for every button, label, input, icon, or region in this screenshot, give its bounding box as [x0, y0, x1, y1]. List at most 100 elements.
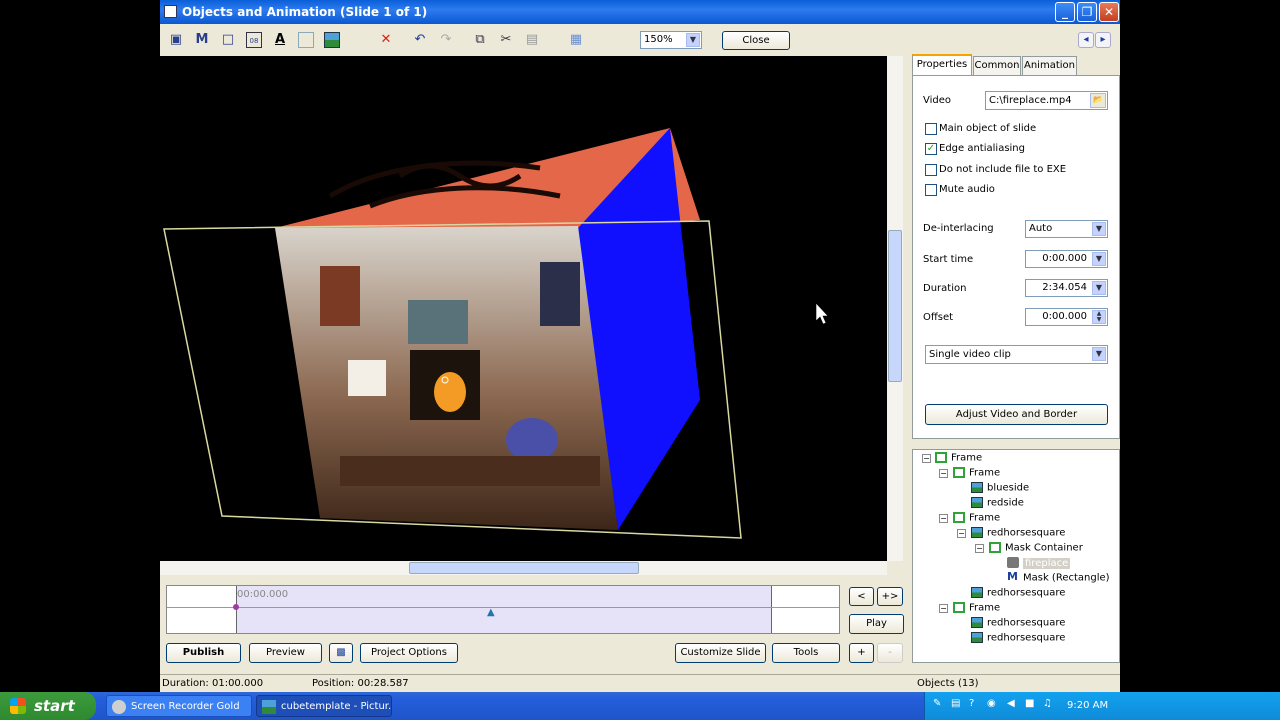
- play-button[interactable]: Play: [849, 614, 904, 634]
- tree-item-frame[interactable]: Frame: [953, 512, 1000, 524]
- tools-button[interactable]: Tools: [772, 643, 840, 663]
- add-object-button[interactable]: +: [849, 643, 874, 663]
- tree-item-redhorsesquare[interactable]: redhorsesquare: [971, 527, 1065, 539]
- security-icon[interactable]: ■: [1025, 698, 1034, 709]
- mask-icon[interactable]: M: [194, 32, 210, 48]
- edge-antialiasing-label: Edge antialiasing: [939, 143, 1025, 154]
- mute-audio-checkbox[interactable]: [925, 184, 937, 196]
- start-time-field[interactable]: 0:00.000 ▼: [1025, 250, 1108, 268]
- preview-button[interactable]: Preview: [249, 643, 322, 663]
- tree-item-frame[interactable]: Frame: [953, 602, 1000, 614]
- tree-item-blueside[interactable]: blueside: [971, 482, 1029, 494]
- mute-audio-label: Mute audio: [939, 184, 995, 195]
- tree-item-redhorsesquare[interactable]: redhorsesquare: [971, 617, 1065, 629]
- title-bar[interactable]: Objects and Animation (Slide 1 of 1) _ ❐…: [160, 0, 1120, 24]
- timeline-range[interactable]: [236, 586, 772, 633]
- chevron-down-icon: ▼: [686, 33, 700, 47]
- copy-icon[interactable]: ⧉: [472, 32, 488, 48]
- fire-flame: [434, 372, 466, 412]
- close-window-button[interactable]: ✕: [1099, 2, 1119, 22]
- tree-item-mask-rectangle[interactable]: M Mask (Rectangle): [1007, 571, 1110, 584]
- canvas-horizontal-scrollbar[interactable]: [160, 561, 887, 575]
- image-icon[interactable]: [324, 32, 340, 48]
- collapse-icon[interactable]: −: [939, 469, 948, 478]
- playhead-marker[interactable]: ▲: [487, 607, 495, 618]
- publish-button[interactable]: Publish: [166, 643, 241, 663]
- nav-next-button[interactable]: ▸: [1095, 32, 1111, 48]
- deinterlacing-select[interactable]: Auto ▼: [1025, 220, 1108, 238]
- slide-settings-icon[interactable]: ▩: [329, 643, 353, 663]
- canvas-vertical-scrollbar[interactable]: [887, 56, 903, 561]
- clip-mode-select[interactable]: Single video clip ▼: [925, 345, 1108, 364]
- redo-icon[interactable]: ↷: [438, 32, 454, 48]
- add-keyframe-button[interactable]: +>: [877, 587, 903, 606]
- remove-object-button[interactable]: -: [877, 643, 903, 663]
- video-icon: [1007, 557, 1019, 568]
- delete-icon[interactable]: ✕: [378, 32, 394, 48]
- edge-antialiasing-checkbox[interactable]: ✓: [925, 143, 937, 155]
- rectangle-icon[interactable]: □: [220, 32, 236, 48]
- keyframe-marker[interactable]: [233, 604, 239, 610]
- text-icon[interactable]: A: [272, 32, 288, 48]
- folder-open-icon[interactable]: 📂: [1090, 93, 1106, 108]
- spinner-icon[interactable]: ▲ ▼: [1092, 310, 1106, 324]
- tree-item-redside[interactable]: redside: [971, 497, 1024, 509]
- collapse-icon[interactable]: −: [957, 529, 966, 538]
- zoom-select[interactable]: 150% ▼: [640, 31, 702, 49]
- pen-icon[interactable]: ✎: [933, 698, 941, 709]
- help-icon[interactable]: ?: [969, 698, 974, 709]
- paste-icon[interactable]: ▤: [524, 32, 540, 48]
- prev-keyframe-button[interactable]: <: [849, 587, 874, 606]
- blank-image-icon[interactable]: [298, 32, 314, 48]
- shield-icon[interactable]: ◉: [987, 698, 996, 709]
- network-icon[interactable]: ▤: [951, 698, 960, 709]
- close-button[interactable]: Close: [722, 31, 790, 50]
- minimize-button[interactable]: _: [1055, 2, 1075, 22]
- image-icon: [971, 587, 983, 598]
- tree-item-mask-container[interactable]: Mask Container: [989, 542, 1083, 554]
- customize-slide-button[interactable]: Customize Slide: [675, 643, 766, 663]
- main-object-checkbox[interactable]: [925, 123, 937, 135]
- collapse-icon[interactable]: −: [922, 454, 931, 463]
- tab-properties[interactable]: Properties: [912, 54, 972, 75]
- project-options-button[interactable]: Project Options: [360, 643, 458, 663]
- video-camera-icon[interactable]: ▣: [168, 32, 184, 48]
- grid-icon[interactable]: ▦: [568, 32, 584, 48]
- task-cubetemplate[interactable]: cubetemplate - Pictur...: [256, 695, 392, 717]
- taskbar: start Screen Recorder Gold cubetemplate …: [0, 692, 1280, 720]
- tree-item-redhorsesquare[interactable]: redhorsesquare: [971, 587, 1065, 599]
- cut-icon[interactable]: ✂: [498, 32, 514, 48]
- tree-item-frame[interactable]: Frame: [953, 467, 1000, 479]
- timeline-divider: [167, 607, 839, 608]
- counter-icon[interactable]: 08: [246, 32, 262, 48]
- tab-common[interactable]: Common: [973, 56, 1021, 75]
- windows-logo-icon: [10, 698, 26, 714]
- offset-stepper[interactable]: 0:00.000 ▲ ▼: [1025, 308, 1108, 326]
- collapse-icon[interactable]: −: [939, 604, 948, 613]
- start-button[interactable]: start: [0, 692, 96, 720]
- object-tree[interactable]: − Frame − Frame blueside redside − Frame…: [912, 449, 1120, 663]
- nav-prev-button[interactable]: ◂: [1078, 32, 1094, 48]
- image-icon: [971, 497, 983, 508]
- image-icon: [971, 482, 983, 493]
- undo-icon[interactable]: ↶: [412, 32, 428, 48]
- tree-item-redhorsesquare[interactable]: redhorsesquare: [971, 632, 1065, 644]
- tree-item-frame[interactable]: Frame: [935, 452, 982, 464]
- duration-field[interactable]: 2:34.054 ▼: [1025, 279, 1108, 297]
- volume-icon[interactable]: ♫: [1043, 698, 1052, 709]
- toolbar: ▣ M □ 08 A ✕ ↶ ↷ ⧉ ✂ ▤ ▦ 150% ▼ Close ◂ …: [160, 24, 1120, 56]
- clock[interactable]: 9:20 AM: [1067, 700, 1108, 711]
- collapse-icon[interactable]: −: [975, 544, 984, 553]
- collapse-icon[interactable]: −: [939, 514, 948, 523]
- maximize-button[interactable]: ❐: [1077, 2, 1097, 22]
- adjust-video-border-button[interactable]: Adjust Video and Border: [925, 404, 1108, 425]
- task-screen-recorder[interactable]: Screen Recorder Gold: [106, 695, 252, 717]
- tree-item-fireplace[interactable]: fireplace: [1007, 557, 1071, 569]
- slide-canvas[interactable]: [160, 56, 887, 561]
- back-arrow-icon[interactable]: ◀: [1007, 698, 1015, 709]
- deinterlacing-label: De-interlacing: [923, 223, 994, 234]
- video-file-field[interactable]: C:\fireplace.mp4 📂: [985, 91, 1108, 110]
- timeline[interactable]: 00:00.000 ▲: [166, 585, 840, 634]
- exclude-file-checkbox[interactable]: [925, 164, 937, 176]
- tab-animation[interactable]: Animation: [1022, 56, 1077, 75]
